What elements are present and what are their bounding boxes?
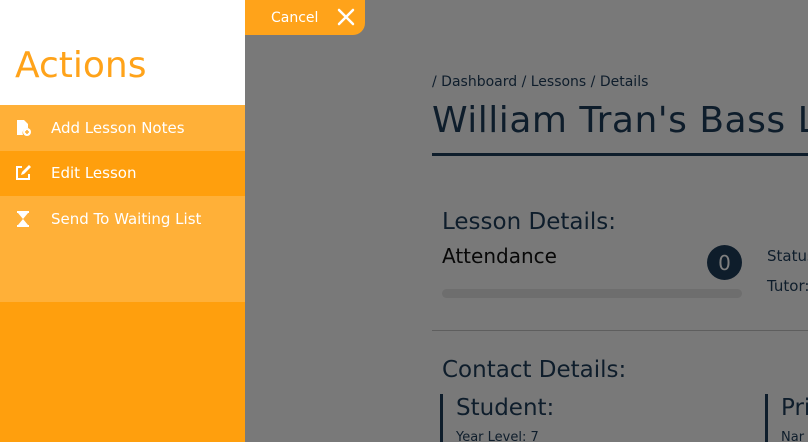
hourglass-icon: [14, 210, 32, 228]
file-add-icon: [14, 119, 32, 137]
actions-menu: Add Lesson Notes Edit Lesson Send To Wai…: [0, 105, 245, 302]
cancel-button[interactable]: Cancel: [245, 0, 365, 35]
menu-item-add-lesson-notes[interactable]: Add Lesson Notes: [0, 105, 245, 151]
close-icon[interactable]: [337, 8, 355, 26]
actions-panel-header: Actions: [0, 0, 245, 105]
edit-icon: [14, 164, 32, 182]
menu-item-send-to-waiting-list[interactable]: Send To Waiting List: [0, 196, 245, 242]
menu-padding: [0, 241, 245, 302]
actions-panel-title: Actions: [15, 45, 147, 86]
cancel-label: Cancel: [271, 9, 319, 26]
menu-item-label: Add Lesson Notes: [51, 118, 185, 137]
actions-panel: Actions Add Lesson Notes Edit Lesson Sen…: [0, 0, 245, 442]
menu-item-edit-lesson[interactable]: Edit Lesson: [0, 150, 245, 196]
menu-item-label: Send To Waiting List: [51, 209, 202, 228]
menu-item-label: Edit Lesson: [51, 164, 137, 183]
